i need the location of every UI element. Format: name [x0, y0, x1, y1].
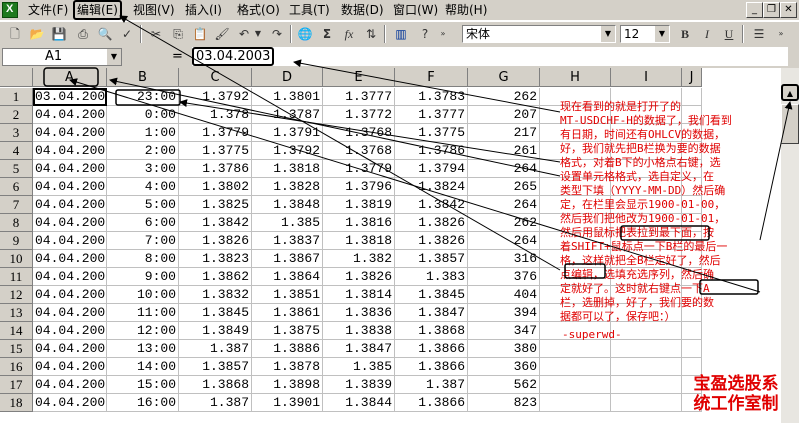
highlight-column-a: [43, 67, 99, 87]
arrow-to-cell-b1: [179, 99, 561, 163]
arrow-to-edit-menu: [119, 15, 561, 271]
arrow-to-scrollbar: [759, 101, 793, 241]
arrow-to-formula: [293, 59, 561, 113]
arrow-to-a-header: [69, 78, 761, 293]
highlight-edit-text: [564, 263, 606, 279]
highlight-drag-text: [620, 225, 710, 241]
annotation-arrows: [43, 15, 793, 295]
